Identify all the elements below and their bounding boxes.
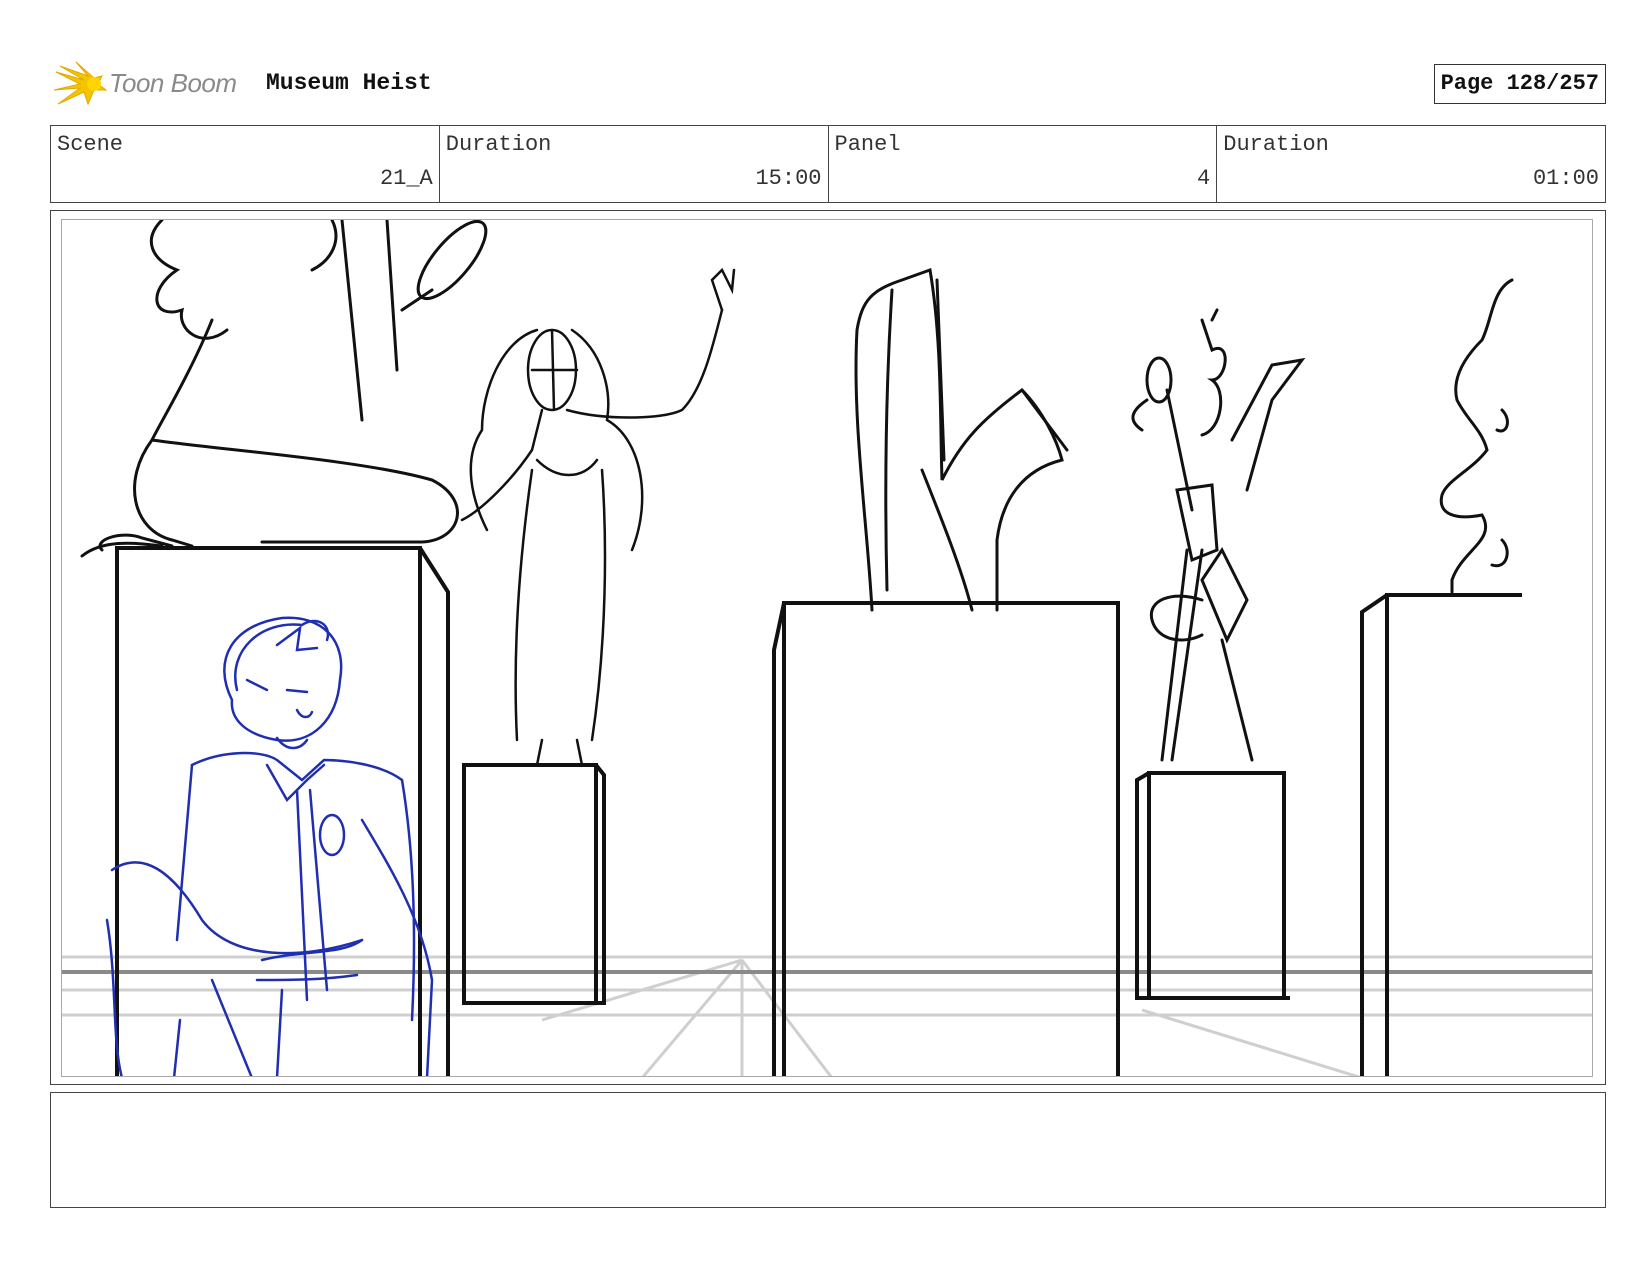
panel-notes-box[interactable]: [50, 1092, 1606, 1208]
panel-value: 4: [1197, 166, 1211, 191]
guard-character-sketch: [105, 616, 434, 1076]
dancer-statue-sketch: [1131, 308, 1306, 762]
scene-duration-label: Duration: [445, 132, 552, 157]
storyboard-panel: [50, 210, 1606, 1085]
scene-info-table: Scene 21_A Duration 15:00 Panel 4 Durati…: [50, 125, 1606, 203]
abstract-sculpture-sketch: [854, 267, 1069, 612]
scene-duration-value: 15:00: [755, 166, 822, 191]
panel-cell: Panel 4: [829, 126, 1218, 202]
starburst-icon: [53, 61, 108, 106]
seated-statue-sketch: [80, 220, 488, 558]
scene-value: 21_A: [379, 166, 433, 191]
panel-duration-value: 01:00: [1532, 166, 1599, 191]
panel-duration-label: Duration: [1223, 132, 1329, 157]
goddess-statue-sketch: [460, 267, 736, 767]
right-statue-sketch: [1439, 278, 1514, 594]
scene-cell: Scene 21_A: [51, 126, 440, 202]
panel-sketch: [62, 220, 1592, 1076]
panel-duration-cell: Duration 01:00: [1217, 126, 1605, 202]
scene-label: Scene: [57, 132, 124, 157]
storyboard-header: Toon Boom Museum Heist Page 128/257: [53, 60, 1606, 108]
logo-text: Toon Boom: [109, 68, 237, 98]
toon-boom-logo: Toon Boom: [53, 60, 254, 108]
project-title: Museum Heist: [266, 70, 432, 96]
page-indicator: Page 128/257: [1433, 64, 1606, 104]
center-pedestal: [772, 601, 1120, 1076]
right-pedestal: [1360, 593, 1522, 1076]
panel-drawing-area: [61, 219, 1593, 1077]
scene-duration-cell: Duration 15:00: [440, 126, 829, 202]
goddess-pedestal: [462, 763, 606, 1005]
panel-label: Panel: [834, 132, 901, 157]
dancer-pedestal: [1135, 771, 1290, 1000]
